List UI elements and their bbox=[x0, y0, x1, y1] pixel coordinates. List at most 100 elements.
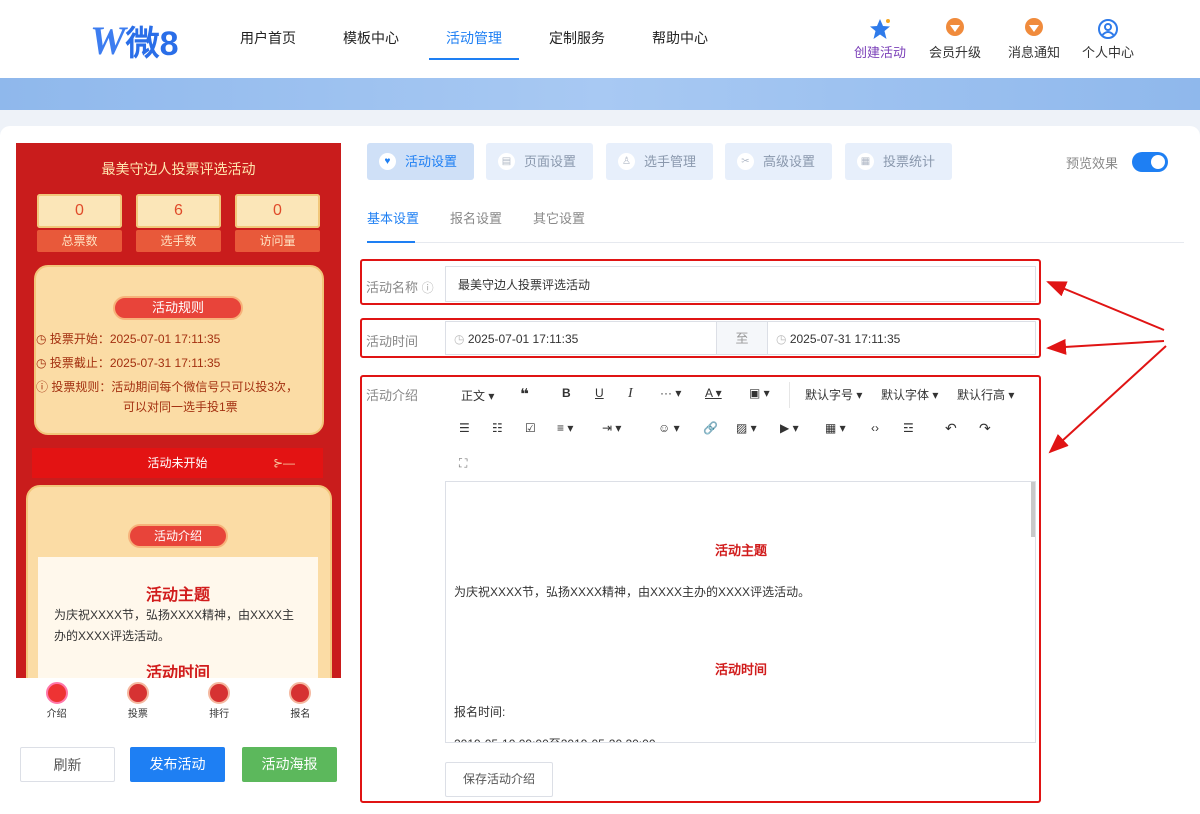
status-text: 活动未开始 bbox=[147, 456, 208, 470]
bell-icon bbox=[994, 18, 1074, 40]
ranking-icon bbox=[208, 682, 231, 704]
logo-text: 微8 bbox=[125, 25, 179, 63]
name-label: 活动名称 ⓘ bbox=[366, 280, 434, 295]
underline-icon[interactable]: U bbox=[595, 386, 604, 400]
line-height-select[interactable]: 默认行高 ▾ bbox=[957, 386, 1014, 403]
start-time-input[interactable]: ◷ 2025-07-01 17:11:35 bbox=[445, 321, 717, 355]
logo-mark: W bbox=[90, 18, 126, 63]
diamond-icon bbox=[915, 18, 995, 40]
tab-signup[interactable]: 报名 bbox=[260, 678, 341, 722]
rules-ribbon: 活动规则 bbox=[113, 296, 243, 320]
clock-icon: ◷ bbox=[36, 356, 50, 370]
time-label: 活动时间 bbox=[366, 334, 419, 349]
preview-title: 最美守边人投票评选活动 bbox=[101, 161, 256, 177]
link-icon[interactable]: 🔗 bbox=[703, 421, 718, 435]
logo[interactable]: W 微8 bbox=[90, 16, 179, 65]
stat-total-votes: 0 总票数 bbox=[37, 194, 122, 252]
notification-button[interactable]: 消息通知 bbox=[994, 18, 1074, 61]
nav-active-indicator bbox=[429, 58, 519, 60]
chart-icon: ▦ bbox=[857, 153, 874, 170]
annotation-arrows bbox=[1046, 281, 1167, 454]
more-icon[interactable]: ··· ▾ bbox=[660, 386, 681, 400]
tab-ranking[interactable]: 排行 bbox=[179, 678, 260, 722]
save-intro-button[interactable]: 保存活动介绍 bbox=[445, 762, 553, 797]
stat-contestants: 6 选手数 bbox=[136, 194, 221, 252]
tab-page-settings[interactable]: ▤ 页面设置 bbox=[486, 143, 593, 180]
clock-icon: ◷ bbox=[454, 332, 468, 346]
user-center-button[interactable]: 个人中心 bbox=[1068, 18, 1148, 61]
stat-label: 选手数 bbox=[136, 230, 221, 252]
todo-icon[interactable]: ☑ bbox=[525, 421, 536, 435]
name-input[interactable]: 最美守边人投票评选活动 bbox=[445, 266, 1036, 302]
subtab-signup[interactable]: 报名设置 bbox=[450, 208, 502, 227]
font-family-select[interactable]: 默认字体 ▾ bbox=[881, 386, 938, 403]
stat-visits: 0 访问量 bbox=[235, 194, 320, 252]
editor-scrollbar[interactable] bbox=[1031, 482, 1035, 537]
subtab-basic[interactable]: 基本设置 bbox=[367, 208, 419, 227]
publish-button[interactable]: 发布活动 bbox=[130, 747, 225, 782]
editor-text-theme: 为庆祝XXXX节，弘扬XXXX精神，由XXXX主办的XXXX评选活动。 bbox=[454, 585, 811, 599]
key-icon: ⊱— bbox=[272, 456, 295, 470]
image-icon[interactable]: ▨ ▾ bbox=[736, 421, 757, 435]
nav-item-home[interactable]: 用户首页 bbox=[240, 28, 296, 48]
help-icon: ⓘ bbox=[421, 281, 434, 295]
rich-text-editor[interactable]: 活动主题 为庆祝XXXX节，弘扬XXXX精神，由XXXX主办的XXXX评选活动。… bbox=[445, 481, 1036, 743]
emoji-icon[interactable]: ☺ ▾ bbox=[658, 421, 680, 435]
font-color-icon[interactable]: A ▾ bbox=[705, 386, 722, 400]
subtab-divider bbox=[367, 242, 1184, 243]
paragraph-select[interactable]: 正文 ▾ bbox=[461, 387, 494, 404]
nav-item-custom[interactable]: 定制服务 bbox=[549, 28, 605, 48]
editor-heading-time: 活动时间 bbox=[714, 662, 767, 677]
poster-button[interactable]: 活动海报 bbox=[242, 747, 337, 782]
stat-value: 0 bbox=[37, 194, 122, 228]
member-upgrade-button[interactable]: 会员升级 bbox=[915, 18, 995, 61]
intro-label: 活动介绍 bbox=[366, 388, 419, 403]
signup-icon bbox=[289, 682, 312, 704]
indent-icon[interactable]: ⇥ ▾ bbox=[602, 421, 621, 435]
italic-icon[interactable]: I bbox=[628, 386, 633, 402]
fullscreen-icon[interactable]: ⛶ bbox=[459, 456, 467, 471]
subtab-other[interactable]: 其它设置 bbox=[533, 208, 585, 227]
phone-preview: 最美守边人投票评选活动 0 总票数 6 选手数 0 访问量 活动规则 ◷ 投票开… bbox=[16, 143, 341, 678]
undo-icon[interactable]: ↶ bbox=[945, 420, 957, 437]
nav-item-activity[interactable]: 活动管理 bbox=[446, 28, 502, 48]
code-icon[interactable]: ‹› bbox=[871, 421, 879, 435]
stat-value: 0 bbox=[235, 194, 320, 228]
member-upgrade-label: 会员升级 bbox=[928, 45, 981, 60]
bg-color-icon[interactable]: ▣ ▾ bbox=[749, 386, 770, 400]
align-icon[interactable]: ≡ ▾ bbox=[557, 421, 573, 435]
create-activity-label: 创建活动 bbox=[853, 45, 906, 60]
video-icon[interactable]: ▶ ▾ bbox=[780, 421, 799, 435]
tab-vote-stats[interactable]: ▦ 投票统计 bbox=[845, 143, 952, 180]
rule-end: ◷ 投票截止：2025-07-31 17:11:35 bbox=[36, 356, 221, 370]
status-bar: 活动未开始 ⊱— bbox=[32, 448, 323, 478]
nav-item-templates[interactable]: 模板中心 bbox=[343, 28, 399, 48]
intro-text: 为庆祝XXXX节，弘扬XXXX精神，由XXXX主办的XXXX评选活动。 bbox=[54, 608, 295, 643]
user-center-label: 个人中心 bbox=[1081, 45, 1134, 60]
table-icon[interactable]: ▦ ▾ bbox=[825, 421, 846, 435]
info-icon: ⓘ bbox=[36, 380, 52, 394]
nav-item-help[interactable]: 帮助中心 bbox=[652, 28, 708, 48]
numbered-list-icon[interactable]: ☷ bbox=[492, 421, 503, 435]
font-size-select[interactable]: 默认字号 ▾ bbox=[805, 386, 862, 403]
refresh-button[interactable]: 刷新 bbox=[20, 747, 115, 782]
preview-toggle[interactable] bbox=[1132, 152, 1168, 172]
quote-icon[interactable]: ❝ bbox=[520, 385, 529, 403]
redo-icon[interactable]: ↷ bbox=[979, 420, 991, 437]
tab-advanced[interactable]: ✂ 高级设置 bbox=[725, 143, 832, 180]
editor-text-dates: 2019-05-10 09:00至2019-05-20 20:00 bbox=[454, 735, 656, 742]
bold-icon[interactable]: B bbox=[562, 386, 571, 400]
end-time-input[interactable]: ◷ 2025-07-31 17:11:35 bbox=[767, 321, 1036, 355]
tab-vote[interactable]: 投票 bbox=[97, 678, 178, 722]
tab-activity-settings[interactable]: ♥ 活动设置 bbox=[367, 143, 474, 180]
tab-intro[interactable]: 介绍 bbox=[16, 678, 97, 722]
intro-ribbon: 活动介绍 bbox=[128, 524, 228, 548]
tab-contestants[interactable]: ♙ 选手管理 bbox=[606, 143, 713, 180]
rule-desc-cont: 可以对同一选手投1票 bbox=[123, 400, 238, 414]
phone-tabbar: 介绍 投票 排行 报名 bbox=[16, 678, 341, 722]
create-activity-button[interactable]: 创建活动 bbox=[840, 18, 920, 61]
tools-icon: ✂ bbox=[737, 153, 754, 170]
bullet-list-icon[interactable]: ☰ bbox=[459, 421, 470, 435]
divider-icon[interactable]: ☲ bbox=[903, 421, 914, 435]
user-icon bbox=[1068, 18, 1148, 40]
